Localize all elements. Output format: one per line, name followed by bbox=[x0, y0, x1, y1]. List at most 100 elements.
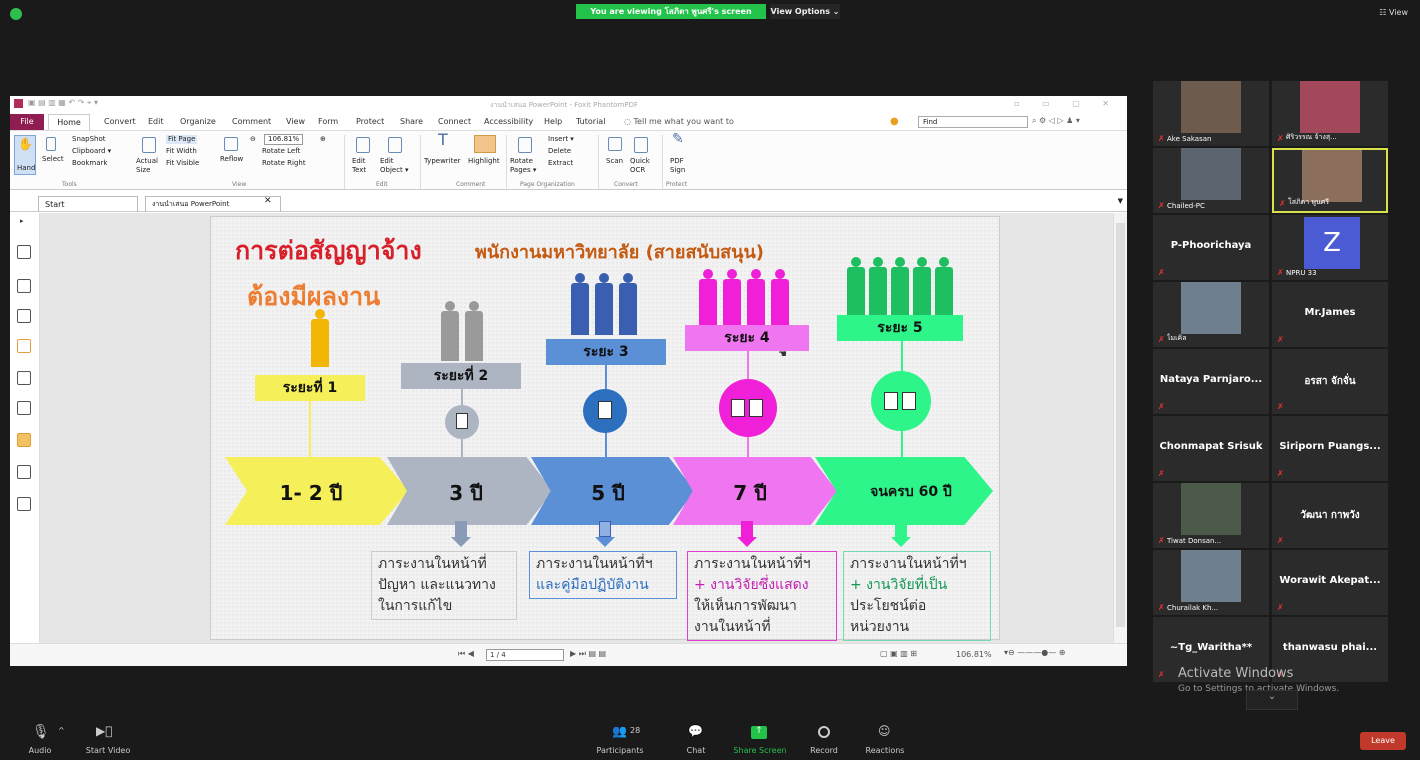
record-icon[interactable] bbox=[818, 726, 830, 738]
menu-file[interactable]: File bbox=[10, 114, 44, 130]
zoom-in-icon[interactable]: ⊕ bbox=[320, 135, 326, 144]
share-screen-icon[interactable]: ↑ bbox=[751, 726, 767, 739]
menu-edit[interactable]: Edit bbox=[148, 117, 164, 126]
audio-button[interactable]: Audio bbox=[20, 746, 60, 755]
window-controls[interactable]: ▫ ▭ ▢ ✕ bbox=[1014, 99, 1119, 108]
leave-button[interactable]: Leave bbox=[1360, 732, 1406, 750]
menu-tutorial[interactable]: Tutorial bbox=[576, 117, 605, 126]
close-tab-icon[interactable]: ✕ bbox=[264, 196, 272, 206]
view-options-button[interactable]: View Options ⌄ bbox=[770, 4, 840, 19]
insert-button[interactable]: Insert ▾ bbox=[548, 135, 574, 144]
menu-form[interactable]: Form bbox=[318, 117, 338, 126]
rotate-right-button[interactable]: Rotate Right bbox=[262, 159, 306, 168]
zoom-combo[interactable]: 106.81% bbox=[264, 134, 304, 145]
comments-icon[interactable] bbox=[17, 339, 31, 353]
quick-access-icons[interactable]: ▣ ▤ ▥ ▦ ↶ ↷ ⌖ ▾ bbox=[28, 98, 98, 108]
hand-tool-button[interactable]: ✋ Hand bbox=[14, 135, 36, 175]
participant-tile[interactable]: Z ✗ NPRU 33 bbox=[1272, 215, 1388, 280]
participant-tile[interactable]: ✗ อรสา จักจั่น bbox=[1272, 349, 1388, 414]
microphone-icon[interactable]: 🎙 bbox=[32, 724, 50, 740]
menu-convert[interactable]: Convert bbox=[104, 117, 136, 126]
fit-width-button[interactable]: Fit Width bbox=[166, 147, 197, 156]
quick-ocr-button[interactable]: Quick OCR bbox=[630, 157, 656, 175]
edit-text-button[interactable]: Edit Text bbox=[352, 157, 374, 175]
participant-tile[interactable]: ✗ Chonmapat Srisuk bbox=[1153, 416, 1269, 481]
expand-panel-icon[interactable]: ▸ bbox=[20, 217, 24, 225]
gallery-down-icon[interactable]: ⌄ bbox=[1246, 690, 1298, 710]
tabs-dropdown-icon[interactable]: ▼ bbox=[1118, 197, 1123, 205]
participant-tile[interactable]: ✗ วัฒนา กาพวัง bbox=[1272, 483, 1388, 548]
share-screen-button[interactable]: Share Screen bbox=[730, 746, 790, 755]
first-prev-page-icons[interactable]: ⏮ ◀ bbox=[458, 649, 474, 659]
menu-share[interactable]: Share bbox=[400, 117, 423, 126]
fit-page-button[interactable]: Fit Page bbox=[166, 135, 198, 144]
chat-button[interactable]: Chat bbox=[676, 746, 716, 755]
menu-accessibility[interactable]: Accessibility bbox=[484, 117, 533, 126]
start-video-button[interactable]: Start Video bbox=[78, 746, 138, 755]
fit-visible-button[interactable]: Fit Visible bbox=[166, 159, 199, 168]
scan-button[interactable]: Scan bbox=[606, 157, 623, 166]
actual-size-button[interactable]: Actual Size bbox=[136, 157, 162, 175]
record-button[interactable]: Record bbox=[804, 746, 844, 755]
menu-help[interactable]: Help bbox=[544, 117, 562, 126]
view-layout-button[interactable]: ☷ View bbox=[1379, 8, 1408, 17]
participant-tile[interactable]: ✗ Ake Sakasan bbox=[1153, 81, 1269, 146]
participant-tile[interactable]: ✗ P-Phoorichaya bbox=[1153, 215, 1269, 280]
reactions-button[interactable]: Reactions bbox=[858, 746, 912, 755]
signature-panel-icon[interactable] bbox=[17, 401, 31, 415]
participant-tile[interactable]: ✗ Siriporn Puangs... bbox=[1272, 416, 1388, 481]
page-layout-icons[interactable]: ▢ ▣ ▥ ⊞ bbox=[880, 649, 917, 658]
menu-organize[interactable]: Organize bbox=[180, 117, 216, 126]
extract-button[interactable]: Extract bbox=[548, 159, 573, 168]
menu-view[interactable]: View bbox=[286, 117, 305, 126]
destinations-icon[interactable] bbox=[17, 497, 31, 511]
scroll-thumb[interactable] bbox=[1116, 223, 1125, 627]
vertical-scrollbar[interactable] bbox=[1113, 213, 1127, 643]
typewriter-button[interactable]: Typewriter bbox=[424, 157, 461, 166]
participants-icon[interactable]: 👥 bbox=[612, 724, 630, 738]
snapshot-button[interactable]: SnapShot bbox=[72, 135, 106, 144]
menu-comment[interactable]: Comment bbox=[232, 117, 271, 126]
next-last-page-icons[interactable]: ▶ ⏭ ▤ ▤ bbox=[570, 649, 606, 659]
delete-button[interactable]: Delete bbox=[548, 147, 571, 156]
participant-tile[interactable]: ✗ Worawit Akepat... bbox=[1272, 550, 1388, 615]
participant-tile[interactable]: ✗ Nataya Parnjaro... bbox=[1153, 349, 1269, 414]
tell-me-search[interactable]: ◌ Tell me what you want to bbox=[624, 117, 734, 126]
reflow-button[interactable]: Reflow bbox=[220, 155, 243, 164]
participant-tile[interactable]: ✗ ไมเคิล bbox=[1153, 282, 1269, 347]
security-lock-icon[interactable] bbox=[17, 433, 31, 447]
menu-protect[interactable]: Protect bbox=[356, 117, 384, 126]
menu-home[interactable]: Home bbox=[48, 114, 90, 130]
tab-start[interactable]: Start bbox=[38, 196, 138, 212]
attachments-icon[interactable] bbox=[17, 371, 31, 385]
content-icon[interactable] bbox=[17, 465, 31, 479]
rotate-left-button[interactable]: Rotate Left bbox=[262, 147, 300, 156]
zoom-out-icon[interactable]: ⊖ bbox=[250, 135, 256, 144]
participant-tile[interactable]: ✗ Tiwat Donsan... bbox=[1153, 483, 1269, 548]
toolbar-right-icons[interactable]: ⌕ ⚙ ◁ ▷ ♟ ▾ bbox=[1032, 116, 1080, 126]
tab-document[interactable]: งานนำเสนอ PowerPoint bbox=[145, 196, 281, 212]
clipboard-button[interactable]: Clipboard ▾ bbox=[72, 147, 111, 156]
rotate-pages-button[interactable]: Rotate Pages ▾ bbox=[510, 157, 540, 175]
audio-caret-icon[interactable]: ^ bbox=[58, 726, 65, 735]
zoom-slider[interactable]: ▾⊖ ———●— ⊕ bbox=[1004, 648, 1066, 657]
reactions-icon[interactable]: ☺ bbox=[878, 724, 896, 738]
participant-tile[interactable]: ✗ ศิริวรรณ จ้างสุ... bbox=[1272, 81, 1388, 146]
layers-icon[interactable] bbox=[17, 279, 31, 293]
participant-tile[interactable]: ✗ โสภิตา พูนศรี bbox=[1272, 148, 1388, 213]
pdf-sign-button[interactable]: PDF Sign bbox=[670, 157, 688, 175]
page-number-input[interactable]: 1 / 4 bbox=[486, 649, 564, 661]
menu-connect[interactable]: Connect bbox=[438, 117, 471, 126]
document-viewport[interactable]: การต่อสัญญาจ้าง พนักงานมหาวิทยาลัย (สายส… bbox=[40, 213, 1113, 643]
find-input[interactable]: Find bbox=[918, 116, 1028, 128]
participants-button[interactable]: Participants bbox=[590, 746, 650, 755]
bookmark-button[interactable]: Bookmark bbox=[72, 159, 107, 168]
participant-tile[interactable]: ✗ Churailak Kh... bbox=[1153, 550, 1269, 615]
bookmarks-icon[interactable] bbox=[17, 309, 31, 323]
bulb-icon[interactable]: ● bbox=[890, 116, 899, 127]
chat-icon[interactable]: 💬 bbox=[688, 724, 706, 738]
highlight-button[interactable]: Highlight bbox=[468, 157, 500, 166]
video-off-icon[interactable]: ▶⃠ bbox=[96, 724, 114, 738]
page-thumbnails-icon[interactable] bbox=[17, 245, 31, 259]
participant-tile[interactable]: ✗ Chailed-PC bbox=[1153, 148, 1269, 213]
